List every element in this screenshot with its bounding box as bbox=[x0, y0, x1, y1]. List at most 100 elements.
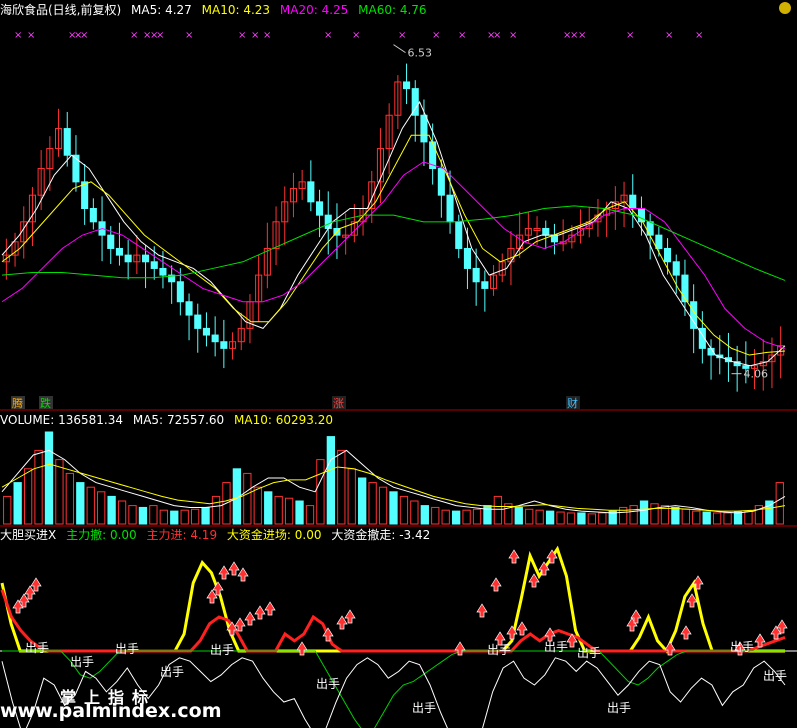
dzj-key: 大资金进场: bbox=[226, 528, 291, 542]
volume-bar bbox=[3, 495, 12, 525]
x-marker: × bbox=[238, 30, 246, 41]
signal-tag: 腾 bbox=[12, 396, 23, 410]
volume-bar bbox=[410, 500, 419, 525]
volume-bar bbox=[34, 449, 43, 525]
candle-body bbox=[646, 221, 654, 236]
candle-body bbox=[446, 194, 454, 223]
candle-body bbox=[72, 154, 80, 183]
x-marker: × bbox=[509, 30, 517, 41]
volume-bar bbox=[23, 468, 33, 525]
volume-bar bbox=[138, 506, 148, 525]
sell-signal-label: 出手 bbox=[412, 701, 436, 715]
indicator-line bbox=[0, 545, 785, 654]
candle-body bbox=[176, 281, 184, 303]
volume-bar bbox=[264, 491, 273, 525]
volume-bar bbox=[305, 505, 315, 525]
buy-arrow-icon bbox=[244, 611, 256, 626]
x-marker: × bbox=[185, 30, 193, 41]
volume-bar bbox=[284, 497, 294, 525]
candle-body bbox=[159, 267, 167, 276]
candle-body bbox=[202, 327, 210, 336]
volume-bar bbox=[326, 436, 336, 525]
buy-arrow-icon bbox=[296, 641, 308, 656]
sell-signal-label: 出手 bbox=[577, 646, 601, 660]
high-price-label: 6.53 bbox=[408, 47, 433, 60]
volume-bar bbox=[243, 472, 252, 525]
buy-arrow-icon bbox=[516, 621, 528, 636]
signal-tag: 财 bbox=[567, 396, 578, 410]
volume-bar bbox=[190, 508, 200, 525]
candle-body bbox=[403, 81, 411, 90]
buy-arrow-icon bbox=[680, 625, 692, 640]
zlj-key: 主力进: bbox=[146, 528, 187, 542]
volume-bar bbox=[378, 486, 388, 525]
volume-bar bbox=[107, 495, 116, 525]
low-price-label: 4.06 bbox=[744, 368, 769, 381]
volume-bar bbox=[462, 509, 471, 525]
watermark-line2: www.palmindex.com bbox=[0, 700, 222, 722]
volume-bar bbox=[472, 508, 482, 525]
volume-bar bbox=[733, 511, 743, 525]
buy-arrow-icon bbox=[508, 549, 520, 564]
buy-arrow-icon bbox=[30, 577, 42, 592]
volume-bar bbox=[702, 511, 711, 525]
volume-bar bbox=[712, 512, 722, 525]
volume-bar bbox=[389, 491, 398, 525]
candle-body bbox=[89, 208, 97, 223]
volume-bar bbox=[556, 511, 565, 525]
volume-bar bbox=[316, 459, 325, 525]
ma20-value: 4.25 bbox=[321, 3, 349, 17]
volume-bar bbox=[358, 477, 367, 525]
volume-bar bbox=[723, 512, 732, 525]
x-marker: × bbox=[398, 30, 406, 41]
volume-bar bbox=[128, 505, 137, 525]
x-marker: × bbox=[27, 30, 35, 41]
sell-signal-label: 出手 bbox=[210, 643, 234, 657]
x-marker: × bbox=[665, 30, 673, 41]
candle-body bbox=[124, 254, 132, 263]
candle-body bbox=[542, 227, 550, 236]
volume-bar bbox=[13, 482, 22, 525]
candle-body bbox=[220, 341, 228, 349]
candle-body bbox=[107, 234, 115, 249]
ma20-label: MA20: 4.25 bbox=[280, 3, 348, 17]
candle-body bbox=[324, 214, 332, 229]
volume-bar bbox=[598, 512, 607, 525]
volume-bar bbox=[431, 506, 440, 525]
volume-bar bbox=[337, 449, 346, 525]
volume-bar bbox=[117, 500, 127, 525]
vol-ma10-value: 60293.20 bbox=[275, 413, 333, 427]
candle-body bbox=[437, 168, 445, 196]
candle-body bbox=[142, 254, 150, 263]
vol-ma10-label: MA10: 60293.20 bbox=[234, 413, 333, 427]
window-close-icon[interactable] bbox=[779, 2, 791, 14]
volume-bar bbox=[775, 482, 784, 525]
ma60-value: 4.76 bbox=[399, 3, 427, 17]
candle-body bbox=[629, 194, 637, 210]
indicator-name: 大胆买进X bbox=[0, 528, 57, 542]
x-marker: × bbox=[130, 30, 138, 41]
candle-body bbox=[194, 314, 202, 329]
price-header: 海欣食品(日线,前复权) MA5: 4.27 MA10: 4.23 MA20: … bbox=[0, 3, 433, 17]
volume-bar bbox=[201, 506, 210, 525]
candle-body bbox=[63, 128, 71, 156]
volume-bar bbox=[671, 506, 680, 525]
x-marker: × bbox=[14, 30, 22, 41]
x-marker: × bbox=[578, 30, 586, 41]
x-marker: × bbox=[156, 30, 164, 41]
volume-bar bbox=[347, 468, 356, 525]
signal-tag: 跌 bbox=[40, 396, 51, 410]
volume-bar bbox=[86, 486, 95, 525]
buy-arrow-icon bbox=[490, 577, 502, 592]
volume-label: VOLUME: 136581.34 bbox=[0, 413, 123, 427]
volume-bar bbox=[681, 508, 690, 525]
volume-bar bbox=[692, 510, 701, 525]
vol-ma5-value: 72557.60 bbox=[166, 413, 225, 427]
candle-body bbox=[472, 267, 480, 283]
volume-bar bbox=[744, 510, 753, 525]
sell-signal-label: 出手 bbox=[607, 701, 631, 715]
volume-bar bbox=[650, 503, 659, 525]
candle-body bbox=[463, 247, 471, 269]
volume-bar bbox=[441, 509, 450, 525]
volume-bar bbox=[274, 495, 283, 525]
